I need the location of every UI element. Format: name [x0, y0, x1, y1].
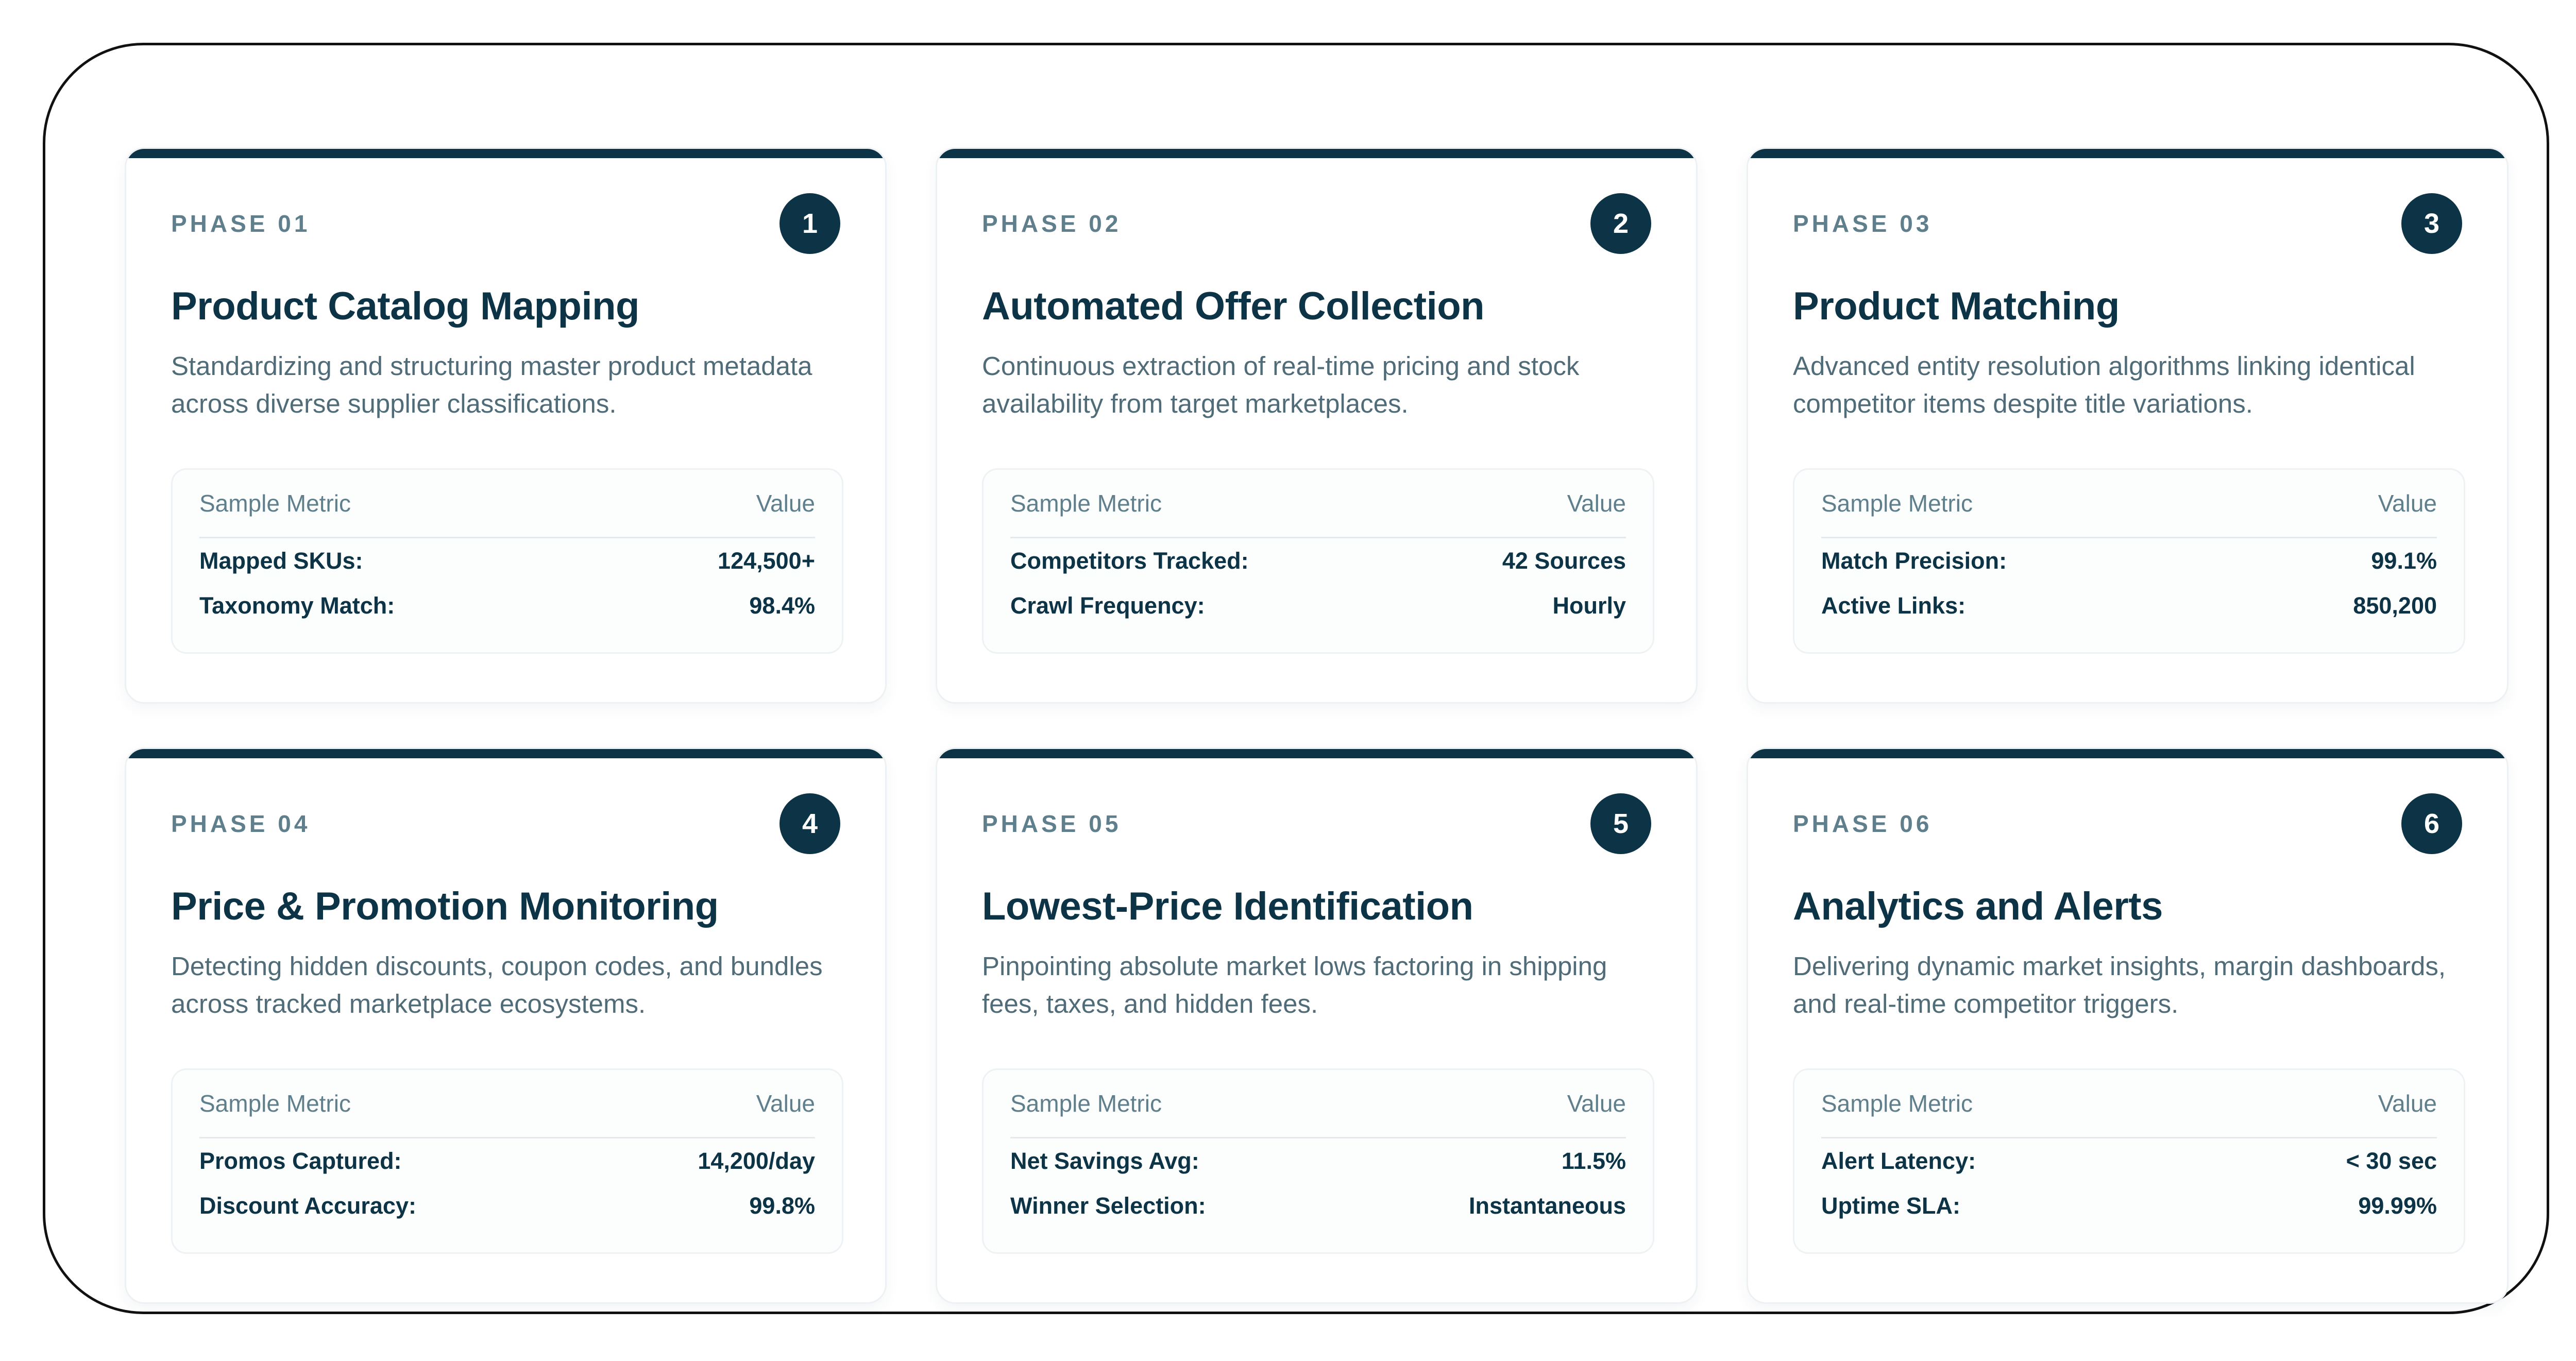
metric-value: 850,200 [2353, 592, 2437, 619]
phase-number-badge: 3 [2401, 193, 2462, 254]
phase-description: Advanced entity resolution algorithms li… [1793, 351, 2415, 418]
metric-value: 14,200/day [698, 1147, 815, 1174]
metric-row: Discount Accuracy: 99.8% [199, 1183, 815, 1228]
metric-row: Promos Captured: 14,200/day [199, 1138, 815, 1183]
metric-table: Sample Metric Value Competitors Tracked:… [982, 468, 1654, 654]
phase-card-6: PHASE 06 6 Analytics and Alerts Deliveri… [1747, 747, 2509, 1304]
metric-value: < 30 sec [2346, 1147, 2437, 1174]
metric-header-value: Value [756, 1090, 815, 1117]
metric-label: Mapped SKUs: [199, 547, 363, 574]
phase-number-badge: 4 [779, 793, 840, 854]
metric-header-label: Sample Metric [1010, 490, 1162, 517]
metric-table: Sample Metric Value Promos Captured: 14,… [171, 1068, 843, 1254]
phase-label: PHASE 02 [982, 210, 1122, 237]
phase-card-5: PHASE 05 5 Lowest-Price Identification P… [936, 747, 1698, 1304]
metric-value: 99.99% [2358, 1192, 2437, 1219]
metric-table-header: Sample Metric Value [1010, 470, 1626, 538]
phase-label: PHASE 01 [171, 210, 311, 237]
metric-label: Match Precision: [1821, 547, 2007, 574]
phase-card-1: PHASE 01 1 Product Catalog Mapping Stand… [125, 147, 887, 704]
metric-row: Match Precision: 99.1% [1821, 538, 2437, 583]
phase-number-badge: 5 [1590, 793, 1651, 854]
metric-header-label: Sample Metric [1010, 1090, 1162, 1117]
metric-row: Taxonomy Match: 98.4% [199, 583, 815, 628]
metric-table: Sample Metric Value Net Savings Avg: 11.… [982, 1068, 1654, 1254]
metric-row: Winner Selection: Instantaneous [1010, 1183, 1626, 1228]
phase-description: Delivering dynamic market insights, marg… [1793, 951, 2446, 1018]
metric-row: Net Savings Avg: 11.5% [1010, 1138, 1626, 1183]
metric-table: Sample Metric Value Alert Latency: < 30 … [1793, 1068, 2465, 1254]
phase-label: PHASE 04 [171, 810, 311, 837]
phase-title: Analytics and Alerts [1793, 884, 2163, 928]
metric-label: Crawl Frequency: [1010, 592, 1205, 619]
metric-label: Promos Captured: [199, 1147, 402, 1174]
metric-table: Sample Metric Value Mapped SKUs: 124,500… [171, 468, 843, 654]
metric-label: Net Savings Avg: [1010, 1147, 1199, 1174]
metric-label: Winner Selection: [1010, 1192, 1206, 1219]
phase-number-badge: 6 [2401, 793, 2462, 854]
metric-row: Active Links: 850,200 [1821, 583, 2437, 628]
phase-description: Continuous extraction of real-time prici… [982, 351, 1580, 418]
phase-title: Product Matching [1793, 284, 2120, 328]
metric-value: 99.1% [2371, 547, 2437, 574]
metric-row: Alert Latency: < 30 sec [1821, 1138, 2437, 1183]
phase-title: Automated Offer Collection [982, 284, 1485, 328]
metric-header-value: Value [1567, 1090, 1626, 1117]
phase-number-badge: 2 [1590, 193, 1651, 254]
metric-header-label: Sample Metric [199, 1090, 351, 1117]
phases-panel: PHASE 01 1 Product Catalog Mapping Stand… [43, 43, 2549, 1314]
phase-description: Pinpointing absolute market lows factori… [982, 951, 1607, 1018]
metric-table: Sample Metric Value Match Precision: 99.… [1793, 468, 2465, 654]
metric-label: Discount Accuracy: [199, 1192, 416, 1219]
phase-title: Lowest-Price Identification [982, 884, 1473, 928]
metric-header-label: Sample Metric [1821, 490, 1973, 517]
phase-card-grid: PHASE 01 1 Product Catalog Mapping Stand… [125, 147, 2511, 1304]
metric-label: Active Links: [1821, 592, 1966, 619]
phase-description: Detecting hidden discounts, coupon codes… [171, 951, 823, 1018]
metric-header-value: Value [1567, 490, 1626, 517]
metric-table-header: Sample Metric Value [1821, 1070, 2437, 1138]
phase-title: Product Catalog Mapping [171, 284, 639, 328]
metric-value: 98.4% [749, 592, 815, 619]
metric-value: 124,500+ [718, 547, 815, 574]
metric-table-header: Sample Metric Value [1010, 1070, 1626, 1138]
phase-number-badge: 1 [779, 193, 840, 254]
metric-row: Uptime SLA: 99.99% [1821, 1183, 2437, 1228]
phase-label: PHASE 05 [982, 810, 1122, 837]
metric-header-value: Value [756, 490, 815, 517]
metric-table-header: Sample Metric Value [199, 470, 815, 538]
metric-value: 42 Sources [1502, 547, 1626, 574]
metric-row: Competitors Tracked: 42 Sources [1010, 538, 1626, 583]
metric-value: Hourly [1552, 592, 1626, 619]
metric-value: 99.8% [749, 1192, 815, 1219]
metric-header-label: Sample Metric [1821, 1090, 1973, 1117]
metric-row: Crawl Frequency: Hourly [1010, 583, 1626, 628]
phase-label: PHASE 03 [1793, 210, 1933, 237]
phase-description: Standardizing and structuring master pro… [171, 351, 812, 418]
metric-row: Mapped SKUs: 124,500+ [199, 538, 815, 583]
metric-label: Taxonomy Match: [199, 592, 395, 619]
metric-header-value: Value [2378, 490, 2437, 517]
phase-card-2: PHASE 02 2 Automated Offer Collection Co… [936, 147, 1698, 704]
metric-label: Uptime SLA: [1821, 1192, 1960, 1219]
phase-card-3: PHASE 03 3 Product Matching Advanced ent… [1747, 147, 2509, 704]
metric-value: Instantaneous [1468, 1192, 1626, 1219]
metric-header-value: Value [2378, 1090, 2437, 1117]
metric-header-label: Sample Metric [199, 490, 351, 517]
metric-table-header: Sample Metric Value [199, 1070, 815, 1138]
phase-title: Price & Promotion Monitoring [171, 884, 719, 928]
metric-label: Alert Latency: [1821, 1147, 1976, 1174]
metric-value: 11.5% [1561, 1147, 1626, 1174]
phase-card-4: PHASE 04 4 Price & Promotion Monitoring … [125, 747, 887, 1304]
metric-label: Competitors Tracked: [1010, 547, 1249, 574]
phase-label: PHASE 06 [1793, 810, 1933, 837]
metric-table-header: Sample Metric Value [1821, 470, 2437, 538]
